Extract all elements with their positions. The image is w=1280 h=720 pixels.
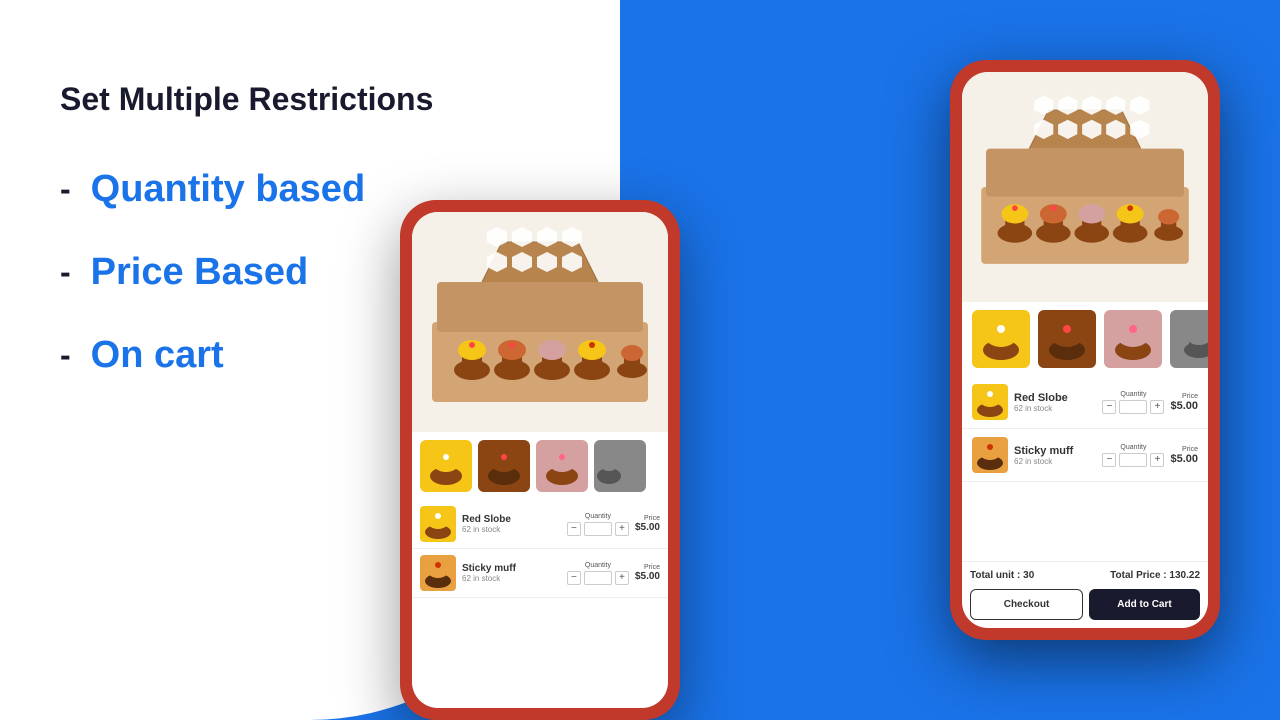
- price-value-large-2: $5.00: [1170, 453, 1198, 465]
- price-col-1: Price $5.00: [635, 515, 660, 533]
- product-thumb-2: [420, 555, 456, 591]
- qty-minus-large-1[interactable]: −: [1102, 400, 1116, 414]
- price-col-2: Price $5.00: [635, 564, 660, 582]
- price-value-large-1: $5.00: [1170, 400, 1198, 412]
- btn-row: Checkout Add to Cart: [970, 589, 1200, 620]
- total-price: Total Price : 130.22: [1110, 570, 1200, 581]
- qty-minus-1[interactable]: −: [567, 522, 581, 536]
- phone-large-screen: Red Slobe 62 in stock Quantity − + Price…: [962, 72, 1208, 628]
- qty-plus-large-2[interactable]: +: [1150, 453, 1164, 467]
- thumb-1[interactable]: [420, 440, 472, 492]
- checkout-button[interactable]: Checkout: [970, 589, 1083, 620]
- product-row-2-large: Sticky muff 62 in stock Quantity − + Pri…: [962, 429, 1208, 482]
- price-value-2: $5.00: [635, 571, 660, 582]
- price-label-large-1: Price: [1182, 393, 1198, 400]
- product-name-1: Red Slobe: [462, 514, 561, 525]
- product-info-2: Sticky muff 62 in stock: [462, 563, 561, 583]
- product-thumb-1: [420, 506, 456, 542]
- product-thumb-large-2: [972, 437, 1008, 473]
- cart-label: On cart: [91, 334, 224, 377]
- qty-input-2[interactable]: [584, 571, 612, 585]
- qty-label-2: Quantity: [585, 562, 611, 569]
- qty-input-large-2[interactable]: [1119, 453, 1147, 467]
- qty-minus-large-2[interactable]: −: [1102, 453, 1116, 467]
- price-label-2: Price: [644, 564, 660, 571]
- price-label-large-2: Price: [1182, 446, 1198, 453]
- qty-controls-2: Quantity − +: [567, 562, 629, 585]
- total-unit: Total unit : 30: [970, 570, 1034, 581]
- product-stock-large-2: 62 in stock: [1014, 457, 1096, 466]
- product-row-2-small: Sticky muff 62 in stock Quantity − + Pri…: [412, 549, 668, 598]
- thumb-3[interactable]: [536, 440, 588, 492]
- qty-controls-large-2: Quantity − +: [1102, 444, 1164, 467]
- product-row-1-large: Red Slobe 62 in stock Quantity − + Price…: [962, 376, 1208, 429]
- price-col-large-2: Price $5.00: [1170, 446, 1198, 465]
- qty-input-large-1[interactable]: [1119, 400, 1147, 414]
- product-thumb-large-1: [972, 384, 1008, 420]
- product-stock-1: 62 in stock: [462, 525, 561, 534]
- thumb-4[interactable]: [594, 440, 646, 492]
- price-value-1: $5.00: [635, 522, 660, 533]
- qty-controls-large-1: Quantity − +: [1102, 391, 1164, 414]
- product-name-2: Sticky muff: [462, 563, 561, 574]
- page-title: Set Multiple Restrictions: [60, 80, 560, 118]
- phone-small: Red Slobe 62 in stock Quantity − + Price…: [400, 200, 680, 720]
- qty-label-large-1: Quantity: [1120, 391, 1146, 398]
- phone-small-screen: Red Slobe 62 in stock Quantity − + Price…: [412, 212, 668, 708]
- product-name-large-2: Sticky muff: [1014, 445, 1096, 457]
- product-image-small: [412, 212, 668, 432]
- product-info-large-1: Red Slobe 62 in stock: [1014, 392, 1096, 413]
- dash-icon: -: [60, 337, 71, 374]
- product-stock-2: 62 in stock: [462, 574, 561, 583]
- qty-row-2: − +: [567, 571, 629, 585]
- dash-icon: -: [60, 171, 71, 208]
- large-thumb-1[interactable]: [972, 310, 1030, 368]
- qty-plus-2[interactable]: +: [615, 571, 629, 585]
- phone-large: Red Slobe 62 in stock Quantity − + Price…: [950, 60, 1220, 640]
- thumbnail-strip-small: [412, 432, 668, 500]
- product-image-large: [962, 72, 1208, 302]
- qty-controls-1: Quantity − +: [567, 513, 629, 536]
- qty-plus-large-1[interactable]: +: [1150, 400, 1164, 414]
- large-thumb-4[interactable]: [1170, 310, 1208, 368]
- qty-minus-2[interactable]: −: [567, 571, 581, 585]
- add-to-cart-button[interactable]: Add to Cart: [1089, 589, 1200, 620]
- product-row-1-small: Red Slobe 62 in stock Quantity − + Price…: [412, 500, 668, 549]
- quantity-label: Quantity based: [91, 168, 366, 211]
- qty-label-large-2: Quantity: [1120, 444, 1146, 451]
- large-thumb-2[interactable]: [1038, 310, 1096, 368]
- thumb-2[interactable]: [478, 440, 530, 492]
- qty-plus-1[interactable]: +: [615, 522, 629, 536]
- product-stock-large-1: 62 in stock: [1014, 404, 1096, 413]
- product-info-large-2: Sticky muff 62 in stock: [1014, 445, 1096, 466]
- qty-row-large-1: − +: [1102, 400, 1164, 414]
- product-name-large-1: Red Slobe: [1014, 392, 1096, 404]
- price-label: Price Based: [91, 251, 309, 294]
- product-info-1: Red Slobe 62 in stock: [462, 514, 561, 534]
- qty-input-1[interactable]: [584, 522, 612, 536]
- price-col-large-1: Price $5.00: [1170, 393, 1198, 412]
- cart-footer: Total unit : 30 Total Price : 130.22 Che…: [962, 561, 1208, 628]
- qty-row-large-2: − +: [1102, 453, 1164, 467]
- large-thumb-3[interactable]: [1104, 310, 1162, 368]
- dash-icon: -: [60, 254, 71, 291]
- thumbnail-strip-large: [962, 302, 1208, 376]
- qty-row-1: − +: [567, 522, 629, 536]
- totals-row: Total unit : 30 Total Price : 130.22: [970, 570, 1200, 581]
- price-label-1: Price: [644, 515, 660, 522]
- qty-label-1: Quantity: [585, 513, 611, 520]
